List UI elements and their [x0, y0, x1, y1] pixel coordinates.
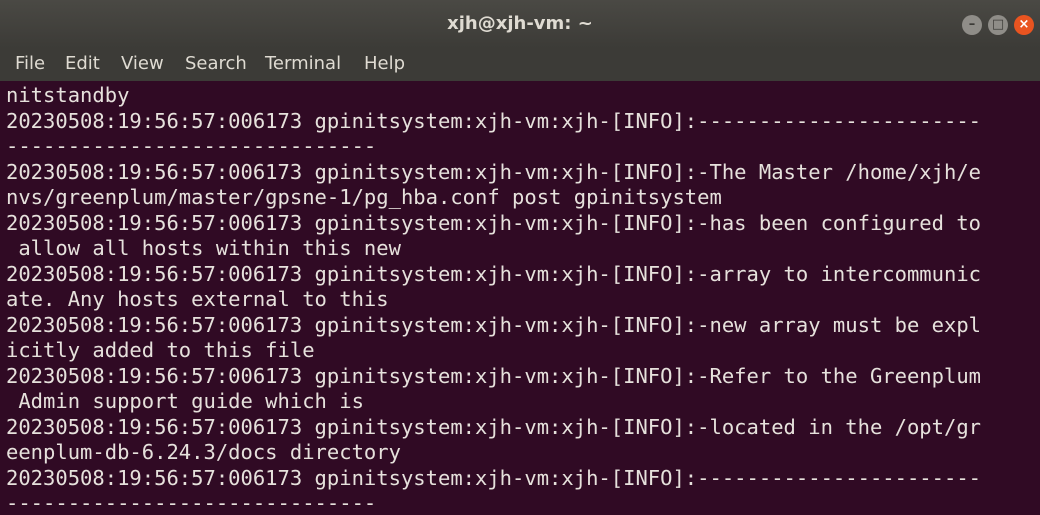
terminal-line: icitly added to this file	[6, 338, 315, 362]
terminal-line: allow all hosts within this new	[6, 236, 401, 260]
terminal-line: 20230508:19:56:57:006173 gpinitsystem:xj…	[6, 210, 982, 235]
terminal-line: ------------------------------	[6, 134, 377, 158]
close-icon: ×	[1018, 17, 1030, 32]
minimize-icon: –	[968, 17, 976, 32]
terminal-line: Admin support guide which is	[6, 389, 364, 413]
terminal-window: xjh@xjh-vm: ~ – □ × File Edit View Searc…	[0, 0, 1040, 515]
terminal-line: eenplum-db-6.24.3/docs directory	[6, 440, 401, 464]
terminal-output[interactable]: nitstandby 20230508:19:56:57:006173 gpin…	[0, 81, 1040, 515]
window-title: xjh@xjh-vm: ~	[447, 13, 593, 34]
menu-bar: File Edit View Search Terminal Help	[0, 48, 1040, 81]
terminal-line: ------------------------------	[6, 491, 377, 515]
close-button[interactable]: ×	[1014, 15, 1034, 35]
title-bar[interactable]: xjh@xjh-vm: ~ – □ ×	[0, 0, 1040, 48]
terminal-line: 20230508:19:56:57:006173 gpinitsystem:xj…	[6, 414, 982, 439]
terminal-line: 20230508:19:56:57:006173 gpinitsystem:xj…	[6, 261, 982, 286]
maximize-button[interactable]: □	[988, 15, 1008, 35]
terminal-line: 20230508:19:56:57:006173 gpinitsystem:xj…	[6, 465, 982, 490]
terminal-line: 20230508:19:56:57:006173 gpinitsystem:xj…	[6, 312, 982, 337]
minimize-button[interactable]: –	[962, 15, 982, 35]
terminal-line: nitstandby	[6, 83, 130, 107]
terminal-line: ate. Any hosts external to this	[6, 287, 389, 311]
terminal-scrollbar[interactable]	[1032, 81, 1040, 515]
menu-edit[interactable]: Edit	[65, 53, 100, 74]
menu-file[interactable]: File	[15, 53, 45, 74]
maximize-icon: □	[991, 17, 1005, 32]
terminal-line: nvs/greenplum/master/gpsne-1/pg_hba.conf…	[6, 185, 722, 209]
menu-view[interactable]: View	[121, 53, 164, 74]
terminal-line: 20230508:19:56:57:006173 gpinitsystem:xj…	[6, 108, 982, 133]
menu-terminal[interactable]: Terminal	[265, 53, 341, 74]
menu-search[interactable]: Search	[185, 53, 247, 74]
menu-help[interactable]: Help	[364, 53, 405, 74]
terminal-line: 20230508:19:56:57:006173 gpinitsystem:xj…	[6, 363, 982, 388]
terminal-line: 20230508:19:56:57:006173 gpinitsystem:xj…	[6, 159, 982, 184]
